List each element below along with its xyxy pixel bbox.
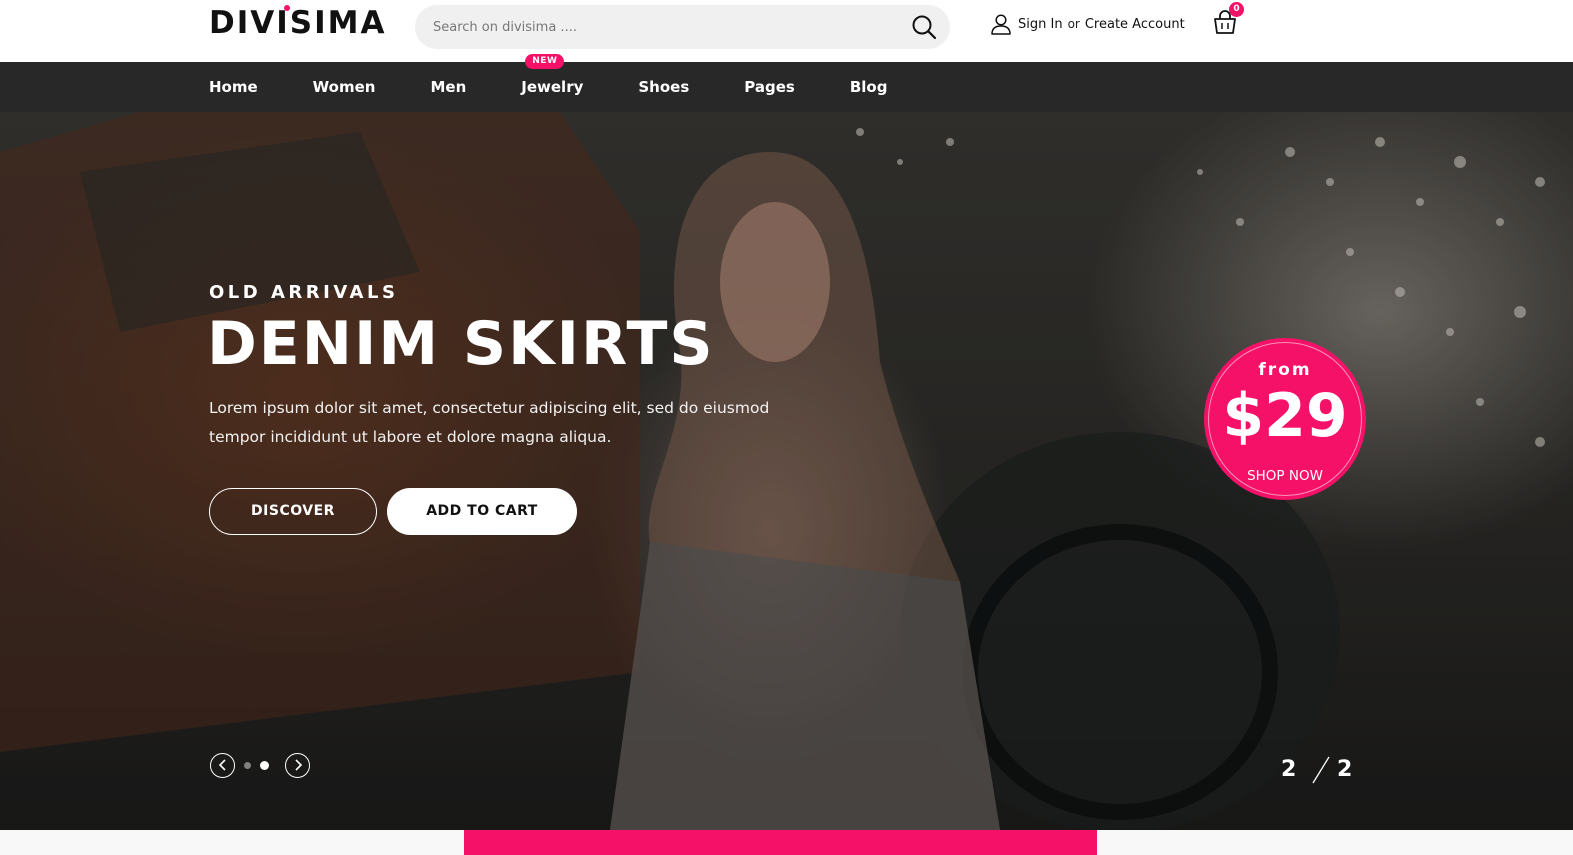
nav-item-home[interactable]: Home [209, 62, 258, 112]
account-links: Sign In or Create Account [990, 10, 1185, 38]
nav-list: Home Women Men NEW Jewelry Shoes Pages B… [209, 54, 942, 112]
search-bar [415, 5, 950, 49]
chevron-left-icon [218, 759, 226, 771]
slider-dot-active[interactable] [260, 760, 269, 770]
nav-item-label[interactable]: Women [313, 78, 376, 96]
nav-item-label[interactable]: Blog [850, 78, 888, 96]
nav-item-label[interactable]: Men [430, 78, 466, 96]
create-account-link[interactable]: Create Account [1085, 17, 1185, 32]
price-value: $29 [1222, 381, 1348, 451]
logo-dot [284, 5, 290, 11]
nav-item-pages[interactable]: Pages [744, 62, 795, 112]
nav-item-women[interactable]: Women [313, 62, 376, 112]
account-or-text: or [1067, 17, 1080, 31]
nav-item-label[interactable]: Home [209, 78, 258, 96]
nav-item-label[interactable]: Shoes [638, 78, 689, 96]
hero-subtitle: OLD ARRIVALS [209, 282, 399, 303]
sign-in-link[interactable]: Sign In [1018, 17, 1063, 32]
discover-button[interactable]: DISCOVER [209, 488, 377, 535]
search-input[interactable] [433, 5, 903, 49]
main-nav: Home Women Men NEW Jewelry Shoes Pages B… [0, 54, 1573, 112]
chevron-right-icon [294, 759, 302, 771]
slash-divider [1312, 756, 1330, 784]
next-slide-button[interactable] [285, 752, 310, 778]
slider-dot[interactable] [244, 761, 251, 769]
hero-slider: OLD ARRIVALS DENIM SKIRTS Lorem ipsum do… [0, 112, 1573, 830]
add-to-cart-button[interactable]: ADD TO CART [387, 488, 577, 535]
search-icon[interactable] [910, 13, 938, 41]
logo-text[interactable]: DIVISIMA [209, 5, 387, 41]
prev-slide-button[interactable] [210, 752, 235, 778]
hero-title: DENIM SKIRTS [207, 309, 715, 379]
slide-total: 2 [1337, 757, 1353, 782]
price-from-text: from [1258, 360, 1312, 380]
user-icon [991, 14, 1011, 35]
nav-item-jewelry[interactable]: NEW Jewelry [521, 54, 583, 112]
cart-count-badge: 0 [1229, 2, 1244, 17]
nav-item-men[interactable]: Men [430, 62, 466, 112]
shop-now-link[interactable]: SHOP NOW [1204, 468, 1366, 484]
hero-description: Lorem ipsum dolor sit amet, consectetur … [209, 399, 770, 446]
slide-current: 2 [1281, 757, 1297, 782]
nav-item-blog[interactable]: Blog [850, 62, 888, 112]
nav-item-label[interactable]: Jewelry [521, 78, 583, 96]
price-badge[interactable]: from $29 SHOP NOW [1204, 338, 1366, 500]
site-header: DIVISIMA Sign In or Create Account 0 [0, 0, 1573, 62]
slide-counter: 2 2 [1281, 756, 1361, 787]
new-badge: NEW [525, 54, 565, 69]
feature-bar [464, 830, 1097, 855]
nav-item-label[interactable]: Pages [744, 78, 795, 96]
nav-item-shoes[interactable]: Shoes [638, 62, 689, 112]
slider-controls [210, 752, 310, 778]
